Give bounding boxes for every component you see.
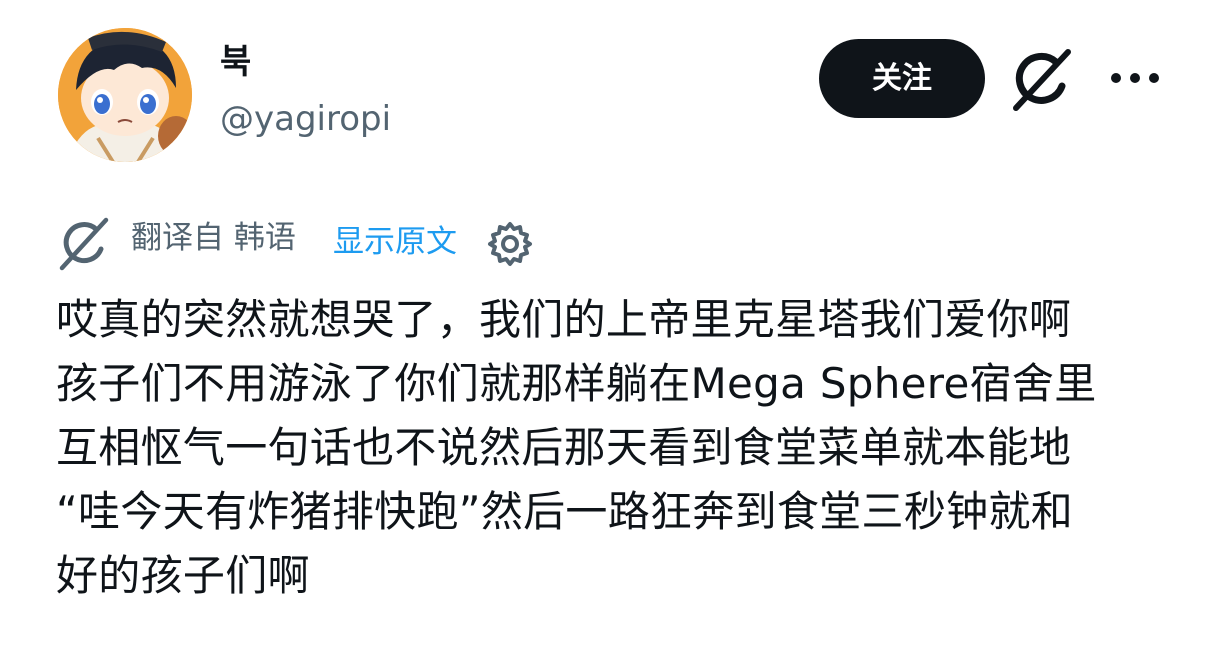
post-line: “哇今天有炸猪排快跑”然后一路狂奔到食堂三秒钟就和	[56, 487, 1074, 536]
translation-bar: 翻译自 韩语 显示原文	[56, 212, 576, 274]
show-original-link[interactable]: 显示原文	[333, 222, 457, 262]
user-handle[interactable]: @yagiropi	[220, 98, 391, 140]
more-dots	[1111, 73, 1159, 83]
post-line: 互相怄气一句话也不说然后那天看到食堂菜单就本能地	[56, 423, 1072, 472]
gear-icon[interactable]	[486, 220, 534, 268]
grok-icon[interactable]	[1008, 46, 1076, 112]
post-line: 哎真的突然就想哭了，我们的上帝里克星塔我们爱你啊	[56, 295, 1072, 344]
more-icon[interactable]	[1108, 64, 1162, 92]
follow-button[interactable]: 关注	[819, 39, 985, 118]
avatar[interactable]	[58, 28, 192, 162]
post-line: 好的孩子们啊	[56, 551, 310, 600]
grok-icon-graphic	[1013, 49, 1071, 111]
avatar-image	[58, 28, 192, 162]
grok-icon	[56, 214, 114, 272]
post-line: 孩子们不用游泳了你们就那样躺在Mega Sphere宿舍里	[56, 359, 1097, 408]
translated-from-label: 翻译自 韩语	[131, 220, 296, 256]
post-text: 哎真的突然就想哭了，我们的上帝里克星塔我们爱你啊 孩子们不用游泳了你们就那样躺在…	[56, 288, 1166, 608]
display-name[interactable]: 북	[220, 42, 251, 82]
